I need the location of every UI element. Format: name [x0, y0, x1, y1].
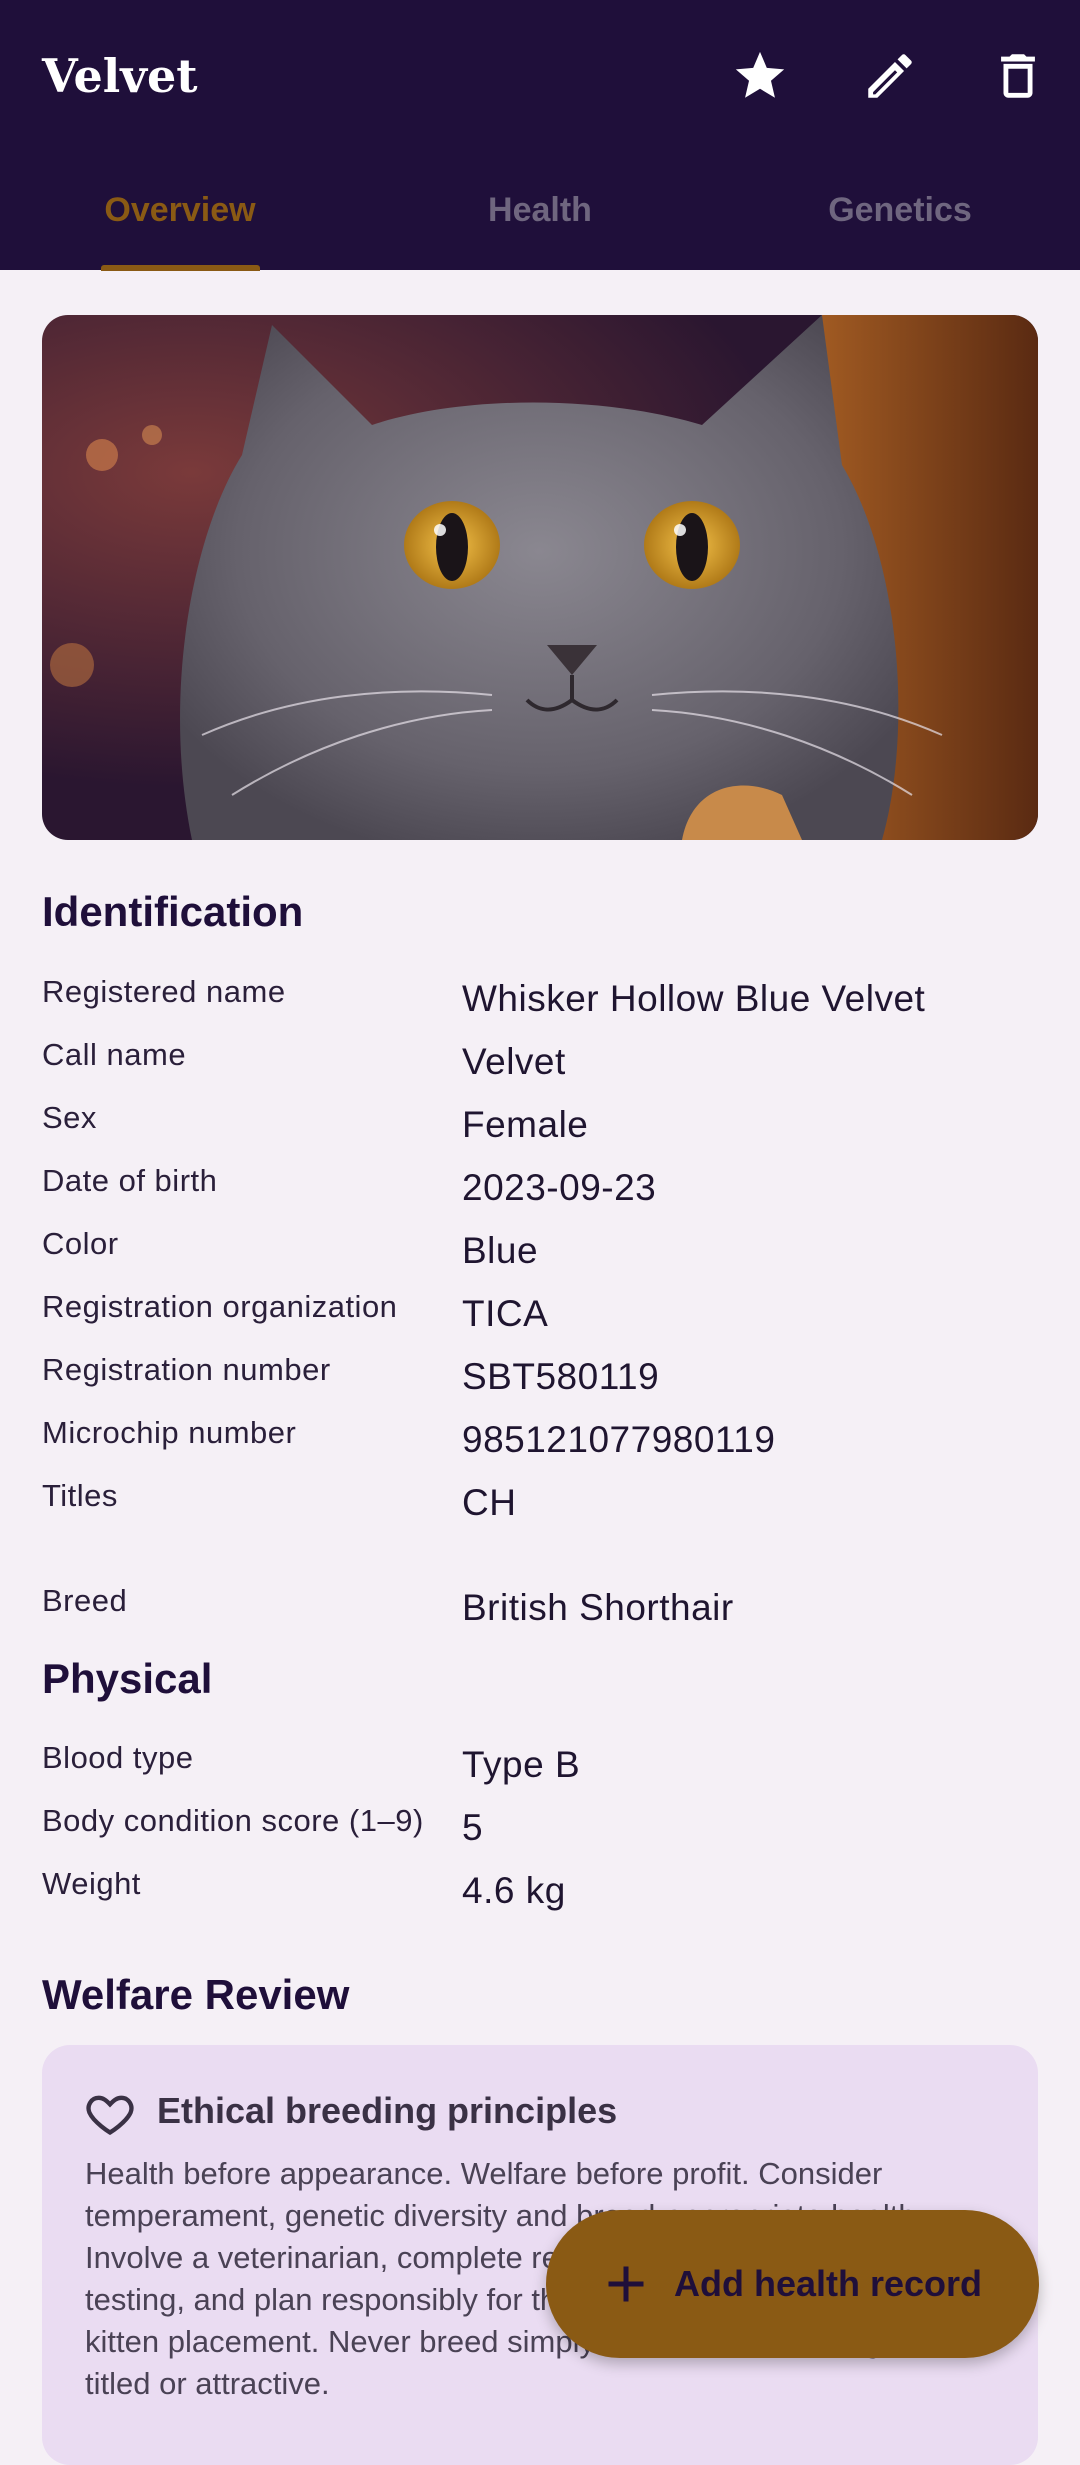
identification-row: Call name Velvet [42, 1037, 1042, 1087]
row-value: Female [462, 1104, 589, 1145]
row-value: SBT580119 [462, 1356, 660, 1397]
cat-photo [42, 315, 1038, 840]
identification-row: Registered name Whisker Hollow Blue Velv… [42, 974, 1042, 1024]
row-value: Blue [462, 1230, 539, 1271]
tab-overview[interactable]: Overview [0, 170, 360, 250]
identification-heading: Identification [42, 888, 304, 935]
page-title: Velvet [42, 49, 198, 103]
favorite-button[interactable] [720, 36, 800, 116]
row-value: Whisker Hollow Blue Velvet [462, 978, 926, 1019]
tab-indicator [101, 265, 260, 271]
row-label: Weight [42, 1866, 141, 1901]
card-title: Ethical breeding principles [157, 2090, 618, 2131]
row-label: Registration number [42, 1352, 331, 1387]
plus-icon [608, 2266, 644, 2302]
delete-button[interactable] [978, 36, 1058, 116]
identification-row: Registration number SBT580119 [42, 1352, 1042, 1402]
identification-row: Microchip number 985121077980119 [42, 1415, 1042, 1465]
row-value: TICA [462, 1293, 549, 1334]
tab-health[interactable]: Health [360, 170, 720, 250]
row-label: Date of birth [42, 1163, 218, 1198]
physical-row: Blood type Type B [42, 1740, 1042, 1790]
row-label: Sex [42, 1100, 97, 1135]
row-value: British Shorthair [462, 1587, 734, 1628]
app-bar: Velvet Overview Health Genetics [0, 0, 1080, 271]
row-label: Blood type [42, 1740, 194, 1775]
row-label: Breed [42, 1583, 128, 1618]
identification-row: Registration organization TICA [42, 1289, 1042, 1339]
fab-label: Add health record [674, 2263, 983, 2304]
row-label: Registered name [42, 974, 286, 1009]
welfare-heading: Welfare Review [42, 1971, 350, 2018]
row-value: 2023-09-23 [462, 1167, 657, 1208]
row-label: Body condition score (1–9) [42, 1803, 424, 1838]
row-label: Registration organization [42, 1289, 398, 1324]
add-health-record-button[interactable]: Add health record [546, 2210, 1039, 2358]
row-label: Titles [42, 1478, 118, 1513]
identification-row: Color Blue [42, 1226, 1042, 1276]
star-icon [735, 51, 785, 98]
row-label: Color [42, 1226, 119, 1261]
row-value: 4.6 kg [462, 1870, 566, 1911]
row-value: Velvet [462, 1041, 566, 1082]
row-value: CH [462, 1482, 517, 1523]
identification-row: Date of birth 2023-09-23 [42, 1163, 1042, 1213]
row-label: Call name [42, 1037, 187, 1072]
heart-icon [86, 2095, 134, 2136]
row-label: Microchip number [42, 1415, 297, 1450]
row-value: Type B [462, 1744, 581, 1785]
physical-row: Weight 4.6 kg [42, 1866, 1042, 1916]
edit-icon [868, 54, 912, 98]
delete-icon [1001, 54, 1035, 98]
identification-row: Sex Female [42, 1100, 1042, 1150]
physical-row: Body condition score (1–9) 5 [42, 1803, 1042, 1853]
physical-heading: Physical [42, 1655, 213, 1702]
tab-genetics[interactable]: Genetics [720, 170, 1080, 250]
identification-row: Breed British Shorthair [42, 1583, 1042, 1633]
edit-button[interactable] [850, 36, 930, 116]
identification-row: Titles CH [42, 1478, 1042, 1528]
row-value: 985121077980119 [462, 1419, 776, 1460]
row-value: 5 [462, 1807, 484, 1848]
